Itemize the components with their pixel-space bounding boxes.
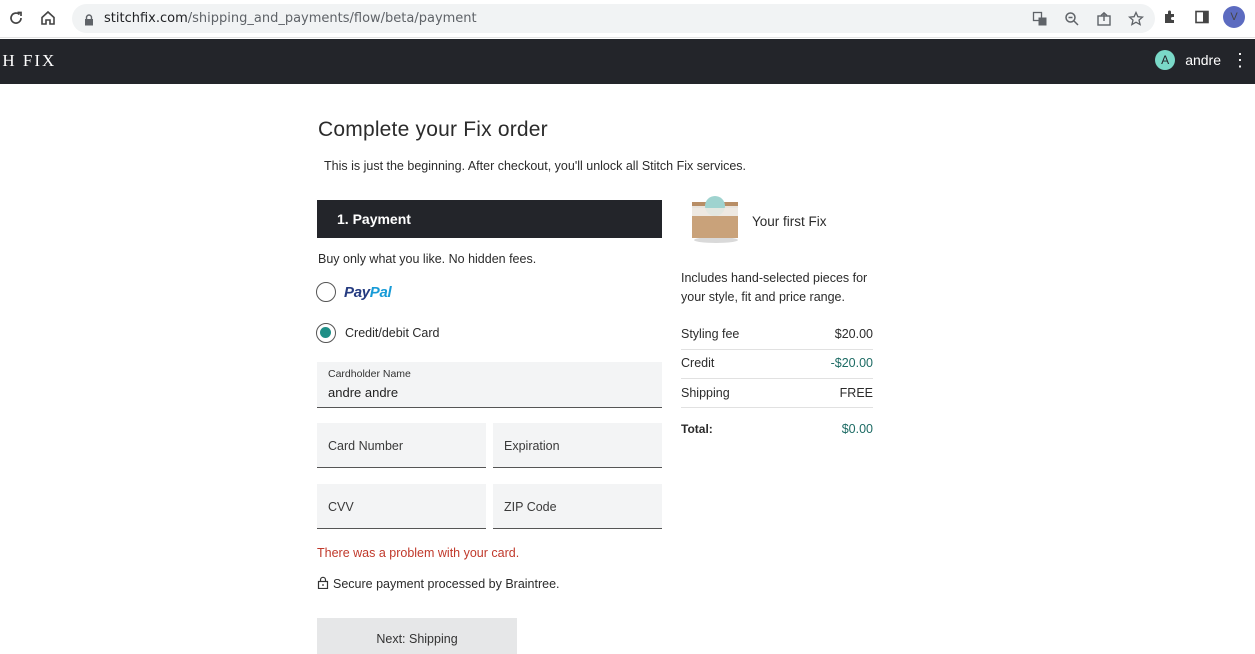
side-panel-icon[interactable]: [1191, 6, 1213, 28]
summary-row-shipping: Shipping FREE: [681, 386, 873, 408]
paypal-option[interactable]: PayPal: [316, 282, 392, 302]
card-radio[interactable]: [316, 323, 336, 343]
secure-payment-text: Secure payment processed by Braintree.: [333, 577, 560, 591]
secure-payment-note: Secure payment processed by Braintree.: [317, 576, 560, 592]
zoom-icon[interactable]: [1061, 9, 1083, 29]
cvv-label: CVV: [328, 500, 354, 514]
lock-icon: [84, 13, 94, 25]
summary-row-credit: Credit -$20.00: [681, 356, 873, 379]
summary-description: Includes hand-selected pieces for your s…: [681, 271, 868, 304]
card-error-message: There was a problem with your card.: [317, 546, 520, 560]
fix-box-image: [688, 196, 740, 244]
cvv-field[interactable]: CVV: [317, 484, 486, 529]
reload-icon[interactable]: [5, 7, 27, 29]
user-menu[interactable]: A andre ⋮: [1155, 50, 1249, 70]
extensions-icon[interactable]: [1159, 6, 1181, 28]
url-text: stitchfix.com/shipping_and_payments/flow…: [104, 11, 477, 26]
page-title: Complete your Fix order: [318, 118, 548, 141]
bookmark-star-icon[interactable]: [1125, 9, 1147, 29]
expiration-field[interactable]: Expiration: [493, 423, 662, 468]
expiration-label: Expiration: [504, 439, 560, 453]
user-name[interactable]: andre: [1185, 52, 1221, 68]
summary-row-label: Credit: [681, 356, 715, 370]
card-option[interactable]: Credit/debit Card: [316, 323, 440, 343]
lock-icon: [317, 576, 329, 592]
site-header: CH FIX A andre ⋮: [0, 39, 1255, 84]
browser-toolbar: stitchfix.com/shipping_and_payments/flow…: [0, 0, 1255, 38]
user-avatar[interactable]: A: [1155, 50, 1176, 70]
translate-icon[interactable]: [1029, 9, 1051, 29]
summary-total-row: Total: $0.00: [681, 422, 873, 442]
summary-row-styling-fee: Styling fee $20.00: [681, 327, 873, 350]
summary-row-value: $20.00: [834, 327, 873, 341]
url-host: stitchfix.com: [104, 11, 188, 26]
cardholder-name-field[interactable]: Cardholder Name andre andre: [317, 362, 662, 408]
brand-logo[interactable]: CH FIX: [0, 51, 56, 71]
share-icon[interactable]: [1093, 9, 1115, 29]
paypal-logo: PayPal: [344, 283, 392, 301]
cardholder-name-value[interactable]: andre andre: [328, 385, 398, 400]
summary-row-label: Styling fee: [681, 327, 740, 341]
payment-section-header: 1. Payment: [317, 200, 662, 238]
summary-row-value: -$20.00: [830, 356, 873, 370]
page-subtitle: This is just the beginning. After checko…: [324, 159, 747, 173]
paypal-radio[interactable]: [316, 282, 336, 302]
next-shipping-button[interactable]: Next: Shipping: [317, 618, 517, 654]
summary-total-label: Total:: [681, 422, 713, 436]
card-option-label: Credit/debit Card: [345, 326, 440, 340]
paypal-logo-pal: Pal: [369, 283, 392, 301]
url-path: /shipping_and_payments/flow/beta/payment: [187, 11, 477, 26]
cardholder-name-label: Cardholder Name: [328, 368, 411, 380]
summary-row-label: Shipping: [681, 386, 730, 400]
home-icon[interactable]: [37, 7, 59, 29]
summary-title: Your first Fix: [752, 214, 827, 229]
paypal-logo-pay: Pay: [344, 283, 370, 301]
more-vertical-icon[interactable]: ⋮: [1231, 51, 1249, 69]
zip-code-field[interactable]: ZIP Code: [493, 484, 662, 529]
card-number-field[interactable]: Card Number: [317, 423, 486, 468]
address-bar[interactable]: stitchfix.com/shipping_and_payments/flow…: [72, 4, 1155, 33]
summary-row-value: FREE: [839, 386, 873, 400]
fees-text: Buy only what you like. No hidden fees.: [318, 252, 537, 266]
summary-total-value: $0.00: [841, 422, 873, 436]
browser-profile-avatar[interactable]: V: [1223, 6, 1245, 28]
zip-code-label: ZIP Code: [504, 500, 557, 514]
card-number-label: Card Number: [328, 439, 404, 453]
